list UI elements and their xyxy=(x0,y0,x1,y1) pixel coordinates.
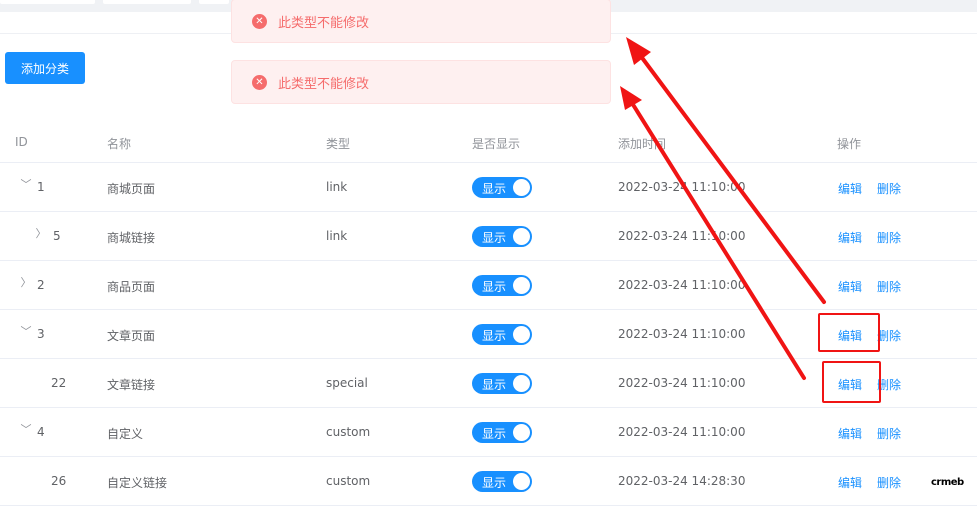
arrow-head xyxy=(626,37,651,65)
annotation-arrows xyxy=(620,37,826,380)
crmeb-watermark: crmeb xyxy=(931,477,964,488)
arrow-head xyxy=(620,86,642,110)
